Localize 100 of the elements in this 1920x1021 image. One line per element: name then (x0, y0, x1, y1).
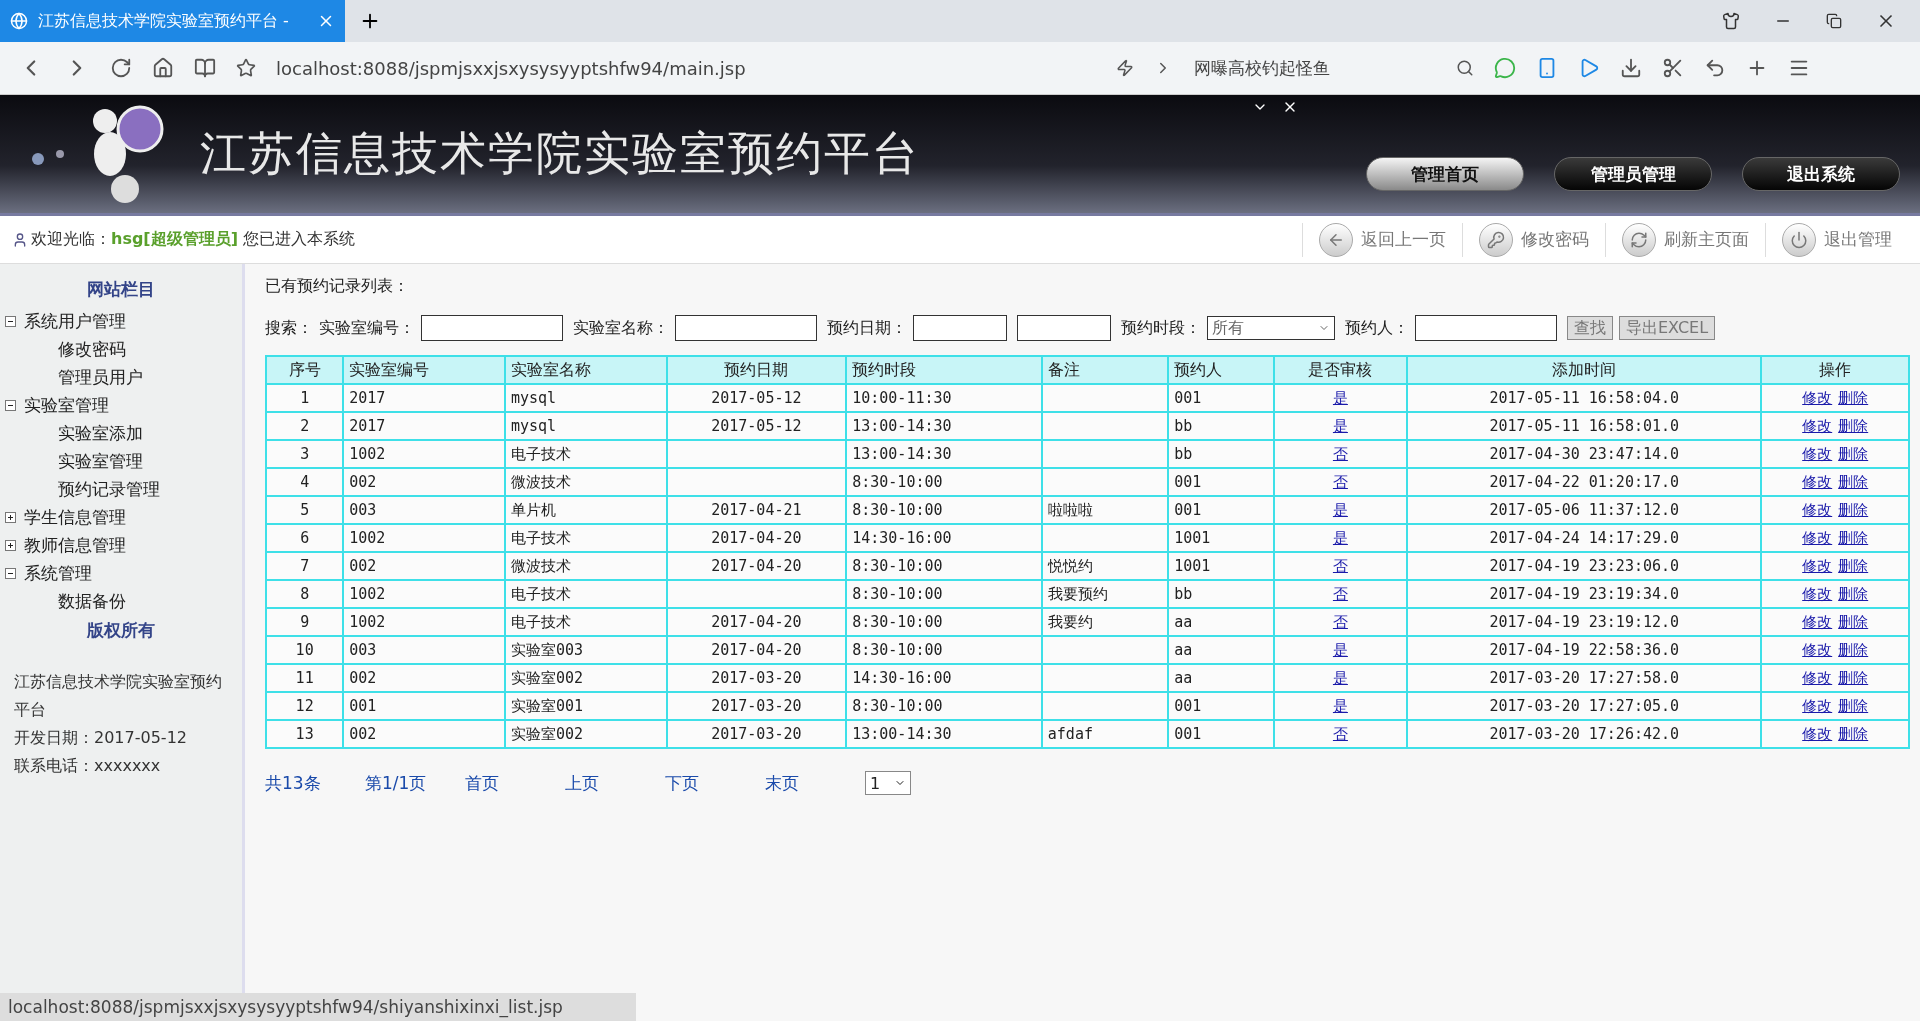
tree-item[interactable]: 修改密码 (58, 337, 126, 361)
scissors-icon[interactable] (1662, 57, 1684, 79)
date-field[interactable] (913, 315, 1007, 341)
row-action-link[interactable]: 删除 (1838, 416, 1869, 435)
pager-link[interactable]: 下页 (665, 771, 765, 795)
approval-link[interactable]: 是 (1332, 388, 1348, 407)
row-action-link[interactable]: 删除 (1838, 724, 1869, 743)
table-cell: 实验室001 (504, 692, 667, 720)
browser-tab[interactable]: 江苏信息技术学院实验室预约平台 - (0, 0, 345, 42)
star-icon[interactable] (236, 58, 256, 78)
row-action-link[interactable]: 删除 (1838, 472, 1869, 491)
row-action-link[interactable]: 删除 (1838, 500, 1869, 519)
tree-toggle-icon[interactable] (5, 399, 16, 411)
search-icon[interactable] (1456, 59, 1474, 77)
approval-link[interactable]: 否 (1332, 444, 1348, 463)
home-icon[interactable] (152, 57, 174, 79)
toolbar-link[interactable]: 退出管理 (1765, 222, 1908, 257)
download-icon[interactable] (1620, 57, 1642, 79)
page-select[interactable]: 1 (865, 771, 911, 795)
column-header: 操作 (1761, 356, 1909, 384)
search-field[interactable]: 网曝高校钓起怪鱼 (1192, 57, 1436, 79)
toolbar-link[interactable]: 返回上一页 (1302, 222, 1462, 257)
approval-link[interactable]: 否 (1332, 472, 1348, 491)
shirt-icon[interactable] (1722, 12, 1740, 30)
row-action-link[interactable]: 修改 (1802, 388, 1833, 407)
book-icon[interactable] (194, 57, 216, 79)
restore-icon[interactable] (1826, 13, 1842, 29)
row-action-link[interactable]: 修改 (1802, 584, 1833, 603)
input-field[interactable] (421, 315, 563, 341)
lightning-icon[interactable] (1116, 59, 1134, 77)
undo-icon[interactable] (1704, 57, 1726, 79)
tree-item[interactable]: 实验室添加 (58, 421, 143, 445)
tree-toggle-icon[interactable] (5, 567, 16, 579)
row-action-link[interactable]: 修改 (1802, 416, 1833, 435)
tree-toggle-icon[interactable] (5, 539, 16, 551)
tree-toggle-icon[interactable] (5, 315, 16, 327)
tree-item[interactable]: 系统用户管理 (24, 309, 126, 333)
row-action-link[interactable]: 修改 (1802, 696, 1833, 715)
pager-link[interactable]: 末页 (765, 771, 865, 795)
tree-item[interactable]: 系统管理 (24, 561, 92, 585)
tree-item[interactable]: 管理员用户 (58, 365, 143, 389)
approval-link[interactable]: 否 (1332, 584, 1348, 603)
tree-item[interactable]: 数据备份 (58, 589, 126, 613)
pager-link[interactable]: 上页 (565, 771, 665, 795)
row-action-link[interactable]: 修改 (1802, 500, 1833, 519)
table-cell: 003 (343, 636, 505, 664)
url-field[interactable]: localhost:8088/jspmjsxxjsxysysyyptshfw94/main.jsp (276, 57, 1096, 79)
reload-icon[interactable] (110, 57, 132, 79)
nav-button[interactable]: 退出系统 (1742, 157, 1900, 191)
table-cell: afdaf (1041, 720, 1169, 748)
tree-item[interactable]: 学生信息管理 (24, 505, 126, 529)
row-action-link[interactable]: 删除 (1838, 696, 1869, 715)
row-action-link[interactable]: 删除 (1838, 388, 1869, 407)
approval-link[interactable]: 是 (1332, 668, 1348, 687)
tree-item[interactable]: 预约记录管理 (58, 477, 160, 501)
approval-link[interactable]: 是 (1332, 416, 1348, 435)
time-select[interactable]: 所有 (1207, 316, 1335, 340)
date-field[interactable] (1017, 315, 1111, 341)
approval-link[interactable]: 是 (1332, 640, 1348, 659)
approval-link[interactable]: 是 (1332, 528, 1348, 547)
row-action-link[interactable]: 修改 (1802, 640, 1833, 659)
toolbar-link[interactable]: 修改密码 (1462, 222, 1605, 257)
welcome-message: 欢迎光临：hsg[超级管理员] 您已进入本系统 (31, 229, 356, 250)
row-action-link[interactable]: 删除 (1838, 640, 1869, 659)
tree-item[interactable]: 实验室管理 (24, 393, 109, 417)
tree-toggle-icon[interactable] (5, 511, 16, 523)
row-action-link[interactable]: 删除 (1838, 668, 1869, 687)
row-action-link[interactable]: 修改 (1802, 724, 1833, 743)
approval-link[interactable]: 否 (1332, 612, 1348, 631)
input-field[interactable] (1415, 315, 1557, 341)
nav-button[interactable]: 管理首页 (1366, 157, 1524, 191)
row-action-link[interactable]: 修改 (1802, 528, 1833, 547)
approval-link[interactable]: 否 (1332, 724, 1348, 743)
row-action-link[interactable]: 删除 (1838, 528, 1869, 547)
nav-button[interactable]: 管理员管理 (1554, 157, 1712, 191)
row-action-link[interactable]: 删除 (1838, 556, 1869, 575)
table-cell: 2017-04-22 01:20:17.0 (1407, 468, 1762, 496)
pager-link[interactable]: 共13条 (265, 771, 365, 795)
row-action-link[interactable]: 修改 (1802, 472, 1833, 491)
input-field[interactable] (675, 315, 817, 341)
table-cell: 2017-03-20 17:27:58.0 (1407, 664, 1762, 692)
row-action-link[interactable]: 删除 (1838, 612, 1869, 631)
approval-link[interactable]: 是 (1332, 696, 1348, 715)
approval-link[interactable]: 是 (1332, 500, 1348, 519)
toolbar-link[interactable]: 刷新主页面 (1605, 222, 1765, 257)
row-action-link[interactable]: 修改 (1802, 668, 1833, 687)
tree-item[interactable]: 教师信息管理 (24, 533, 126, 557)
row-action-link[interactable]: 修改 (1802, 444, 1833, 463)
row-action-link[interactable]: 删除 (1838, 584, 1869, 603)
tree-item[interactable]: 实验室管理 (58, 449, 143, 473)
filter-label: 预约日期： (827, 317, 907, 339)
row-action-link[interactable]: 删除 (1838, 444, 1869, 463)
table-cell: 微波技术 (504, 468, 667, 496)
row-action-link[interactable]: 修改 (1802, 556, 1833, 575)
pager-link[interactable]: 首页 (465, 771, 565, 795)
approval-link[interactable]: 否 (1332, 556, 1348, 575)
pager-link[interactable]: 第1/1页 (365, 771, 465, 795)
table-cell: 11 (266, 664, 344, 692)
table-cell: 8:30-10:00 (846, 608, 1042, 636)
row-action-link[interactable]: 修改 (1802, 612, 1833, 631)
